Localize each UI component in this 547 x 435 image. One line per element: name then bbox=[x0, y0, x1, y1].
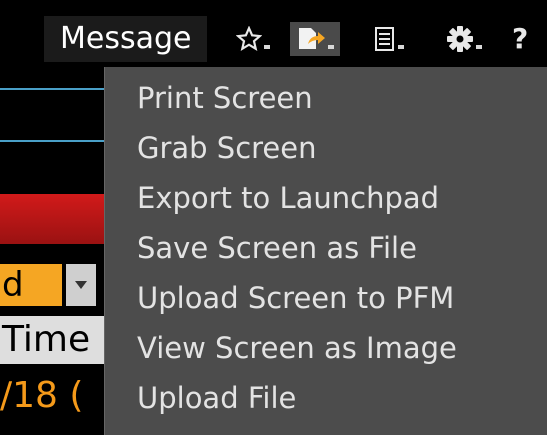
time-column-header[interactable]: Time bbox=[0, 316, 104, 364]
favorites-button[interactable] bbox=[236, 22, 270, 56]
help-button[interactable]: ? bbox=[512, 22, 528, 56]
export-menu-button[interactable] bbox=[290, 22, 340, 56]
input-field[interactable]: d bbox=[0, 264, 62, 306]
chevron-down-icon bbox=[398, 45, 404, 49]
chevron-down-icon bbox=[264, 45, 270, 49]
notes-button[interactable] bbox=[374, 22, 404, 56]
export-icon bbox=[299, 28, 325, 49]
alert-bar bbox=[0, 194, 104, 244]
menu-item-upload-file[interactable]: Upload File bbox=[105, 373, 547, 423]
menu-item-view-screen-as-image[interactable]: View Screen as Image bbox=[105, 323, 547, 373]
gear-icon bbox=[447, 26, 473, 52]
star-icon bbox=[236, 26, 262, 51]
menu-item-grab-screen[interactable]: Grab Screen bbox=[105, 123, 547, 173]
chevron-down-icon bbox=[328, 45, 334, 49]
menu-item-upload-screen-to-pfm[interactable]: Upload Screen to PFM bbox=[105, 273, 547, 323]
menu-item-print-screen[interactable]: Print Screen bbox=[105, 73, 547, 123]
divider-line bbox=[0, 140, 104, 142]
menu-item-export-to-launchpad[interactable]: Export to Launchpad bbox=[105, 173, 547, 223]
chevron-down-icon bbox=[75, 281, 87, 289]
document-icon bbox=[375, 27, 394, 51]
menu-item-save-screen-as-file[interactable]: Save Screen as File bbox=[105, 223, 547, 273]
dropdown-button[interactable] bbox=[66, 264, 96, 306]
settings-button[interactable] bbox=[446, 22, 482, 56]
divider-line bbox=[0, 88, 104, 90]
message-button[interactable]: Message bbox=[44, 16, 208, 62]
help-icon: ? bbox=[512, 22, 529, 55]
export-dropdown-menu: Print Screen Grab Screen Export to Launc… bbox=[104, 67, 547, 435]
chevron-down-icon bbox=[476, 45, 482, 49]
date-cell: /18 ( bbox=[0, 375, 84, 416]
